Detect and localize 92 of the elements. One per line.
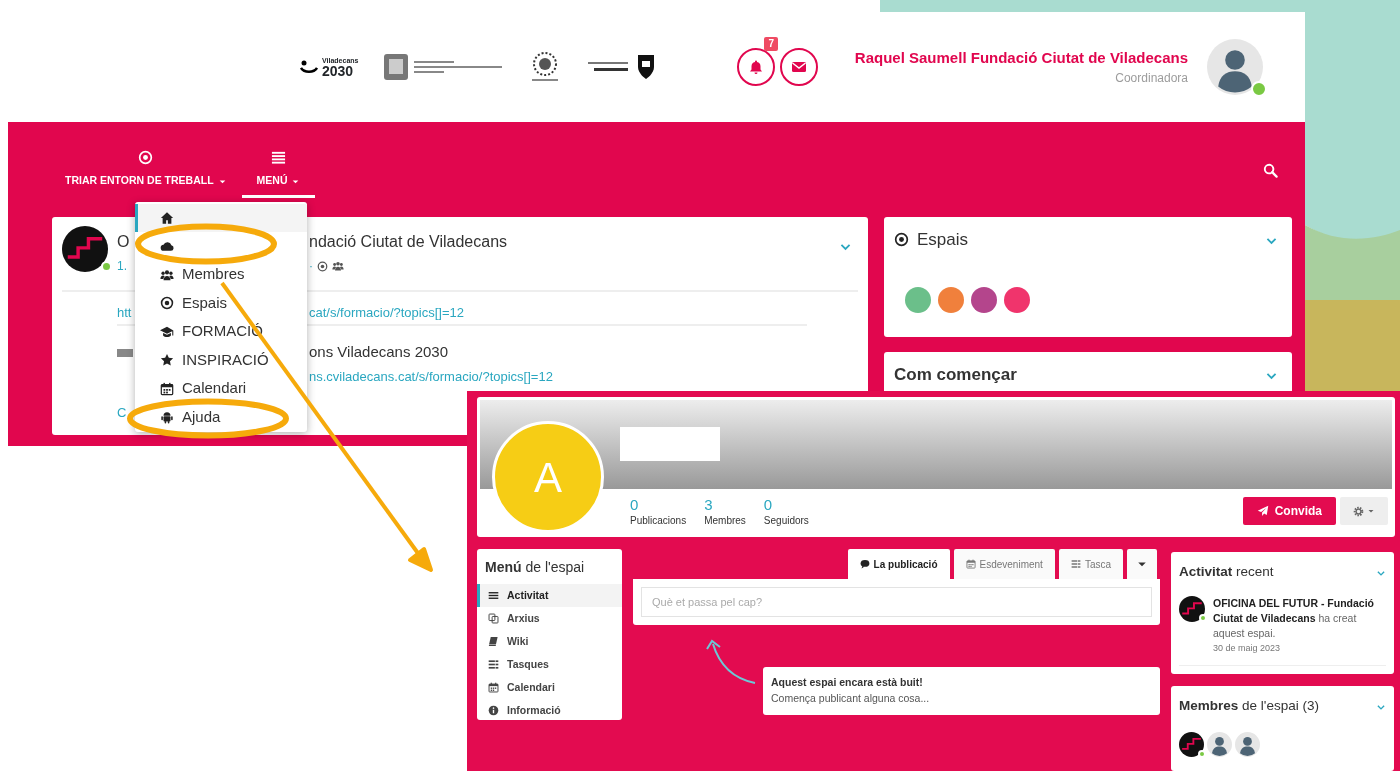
activity-date: 30 de maig 2023: [1213, 641, 1282, 655]
caret-icon: [1367, 507, 1375, 515]
menu-item[interactable]: Espais: [160, 294, 228, 312]
stat-value: 0: [763, 497, 774, 513]
menu-item[interactable]: Calendari: [477, 676, 622, 699]
user-avatar: [1235, 732, 1260, 758]
online-dot: [101, 261, 112, 272]
online-dot: [1251, 81, 1267, 97]
search-icon: [1263, 162, 1278, 178]
thumbnail-icon: [117, 348, 133, 357]
files-icon: [488, 613, 499, 624]
user-avatar: [1207, 732, 1232, 758]
stat-label: Membres: [704, 513, 746, 528]
notice-title: Aquest espai encara està buit!: [771, 675, 924, 690]
post-input-field[interactable]: Què et passa pel cap?: [641, 587, 1152, 617]
target-icon: [894, 232, 909, 248]
user-role: Coordinadora: [1114, 70, 1188, 88]
tasks-icon: [1070, 559, 1081, 569]
space-avatar[interactable]: [1004, 286, 1030, 313]
card-title: Espais: [917, 229, 969, 251]
house-icon: [160, 211, 174, 225]
logo-avatar: [1179, 596, 1205, 622]
space-avatar[interactable]: [905, 286, 931, 313]
star-icon: [160, 353, 174, 367]
stat-label: Publicacions: [630, 513, 687, 528]
target-icon: [317, 260, 328, 272]
calendar-icon: [160, 381, 174, 396]
menu-title: Menú de l'espai: [484, 558, 586, 577]
notification-count: 7: [764, 37, 778, 51]
stat-value: 0: [630, 497, 640, 513]
notice-text: Comença publicant alguna cosa...: [771, 690, 931, 706]
space-avatar: A: [492, 421, 604, 533]
menu-item[interactable]: INSPIRACIÓ: [160, 351, 269, 369]
curved-arrow: [705, 639, 757, 685]
tasks-icon: [488, 659, 499, 670]
settings-button[interactable]: [1340, 497, 1388, 525]
people-icon: [160, 267, 174, 282]
menu-item[interactable]: Wiki: [477, 630, 622, 653]
stat-value: 3: [704, 497, 714, 513]
menu-icon: [271, 150, 286, 166]
online-dot: [1199, 614, 1207, 622]
post-meta: ·: [309, 258, 313, 275]
paper-plane-icon: [1256, 505, 1269, 517]
post-meta: 1.: [117, 259, 127, 273]
stat-label: Seguidors: [763, 513, 809, 528]
invite-button[interactable]: Convida: [1242, 497, 1336, 525]
user-name: Raquel Saumell Fundació Ciutat de Viladecans: [853, 47, 1188, 68]
link-title: ons Viladecans 2030: [309, 341, 448, 362]
envelope-icon: [791, 59, 807, 75]
space-avatar[interactable]: [938, 286, 964, 313]
messages-button[interactable]: [780, 48, 818, 86]
card-title: Com començar: [894, 364, 1017, 386]
graduation-cap-icon: [160, 324, 174, 339]
online-dot: [1198, 750, 1206, 759]
calendar-icon: [488, 682, 499, 693]
menu-item[interactable]: Arxius: [477, 607, 622, 630]
calendar-icon: [965, 559, 976, 569]
menu-item[interactable]: Informació: [477, 699, 622, 722]
activity-text: OFICINA DEL FUTUR - Fundació Ciutat de Viladecans ha creat aquest espai.: [1213, 596, 1375, 642]
book-icon: [488, 636, 499, 647]
logo-avatar: [1179, 732, 1204, 758]
menu-item[interactable]: Membres: [160, 266, 245, 283]
user-avatar: [1207, 39, 1263, 95]
menu-item[interactable]: Calendari: [160, 380, 247, 397]
info-icon: [488, 705, 499, 716]
composer-tab[interactable]: La publicació: [847, 549, 950, 579]
menu-item[interactable]: Activitat: [477, 584, 622, 607]
list-icon: [488, 590, 499, 601]
menu-item[interactable]: Ajuda: [160, 408, 221, 426]
logo-year: 2030: [322, 63, 354, 78]
composer-tab[interactable]: Esdeveniment: [953, 549, 1055, 579]
smile-mark-icon: [300, 60, 318, 74]
people-icon: [332, 260, 344, 272]
post-title: O: [117, 232, 130, 250]
card-title: Activitat recent: [1179, 562, 1274, 581]
notifications-button[interactable]: [737, 48, 775, 86]
nav-tab[interactable]: MENÚ: [241, 150, 316, 198]
cloud-icon: [160, 239, 174, 253]
robot-icon: [160, 410, 174, 424]
nav-tab[interactable]: TRIAR ENTORN DE TREBALL: [50, 150, 242, 198]
menu-item[interactable]: Tasques: [477, 653, 622, 676]
target-icon: [160, 296, 174, 310]
more-tab[interactable]: [1127, 549, 1157, 579]
space-avatar[interactable]: [971, 286, 997, 313]
composer-tab[interactable]: Tasca: [1058, 549, 1123, 579]
post-title: ndació Ciutat de Viladecans: [309, 231, 508, 252]
card-title: Membres de l'espai (3): [1179, 697, 1319, 716]
target-icon: [138, 150, 154, 166]
logo-avatar: [62, 226, 108, 272]
settings-icon: [1353, 505, 1364, 517]
bell-icon: [748, 59, 764, 75]
speech-bubble-icon: [859, 559, 870, 569]
